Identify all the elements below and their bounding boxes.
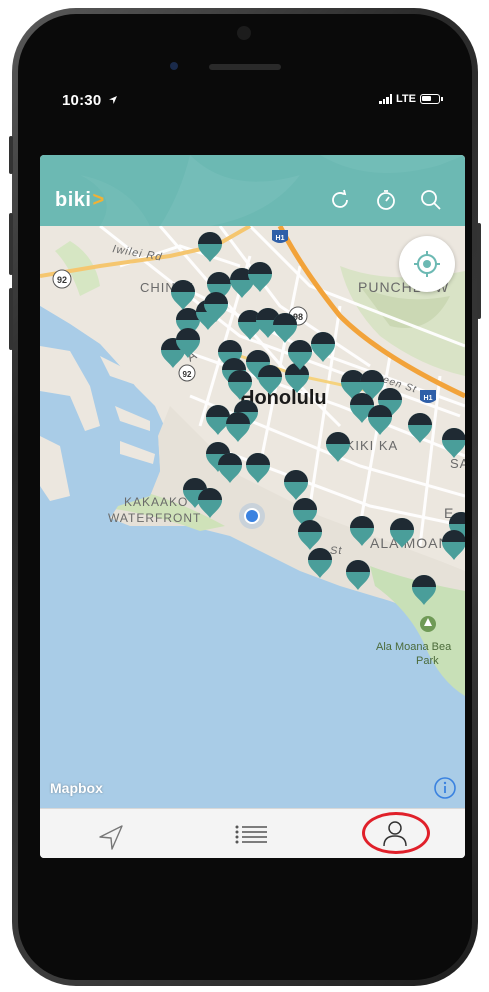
network-type: LTE [396, 93, 416, 105]
label-waterfront: WATERFRONT [108, 511, 201, 525]
tab-navigate[interactable] [62, 809, 172, 858]
h1-shield-east: H1 [420, 390, 436, 403]
mapbox-attribution[interactable]: Mapbox [50, 780, 103, 796]
front-camera [170, 62, 178, 70]
battery-icon [420, 94, 440, 104]
locate-me-icon [414, 251, 440, 277]
svg-text:92: 92 [57, 275, 67, 285]
station-map[interactable]: 92 98 92 H1 H1 Iwilei Rd CHINAT PUNCHBOW… [40, 226, 465, 808]
svg-text:H1: H1 [424, 395, 433, 402]
navigation-arrow-icon [99, 825, 123, 850]
app-header: biki> [40, 155, 465, 226]
map-canvas: 92 98 92 H1 H1 Iwilei Rd CHINAT PUNCHBOW… [40, 226, 465, 696]
status-indicators: LTE [379, 93, 443, 105]
park-tree-icon [420, 616, 436, 632]
route-92b-shield: 92 [178, 364, 196, 382]
refresh-icon[interactable] [328, 188, 352, 212]
tab-list[interactable] [197, 809, 307, 858]
mute-switch [9, 136, 13, 174]
label-st: St [330, 545, 342, 557]
label-kakaako: KAKAAKO [124, 495, 188, 509]
route-92-shield: 92 [52, 269, 72, 289]
power-button [477, 223, 481, 319]
biki-logo: biki> [55, 189, 105, 211]
search-icon[interactable] [419, 188, 443, 212]
status-time: 10:30 [62, 92, 118, 109]
h1-shield-north: H1 [272, 230, 288, 243]
label-sa: SA [450, 456, 465, 471]
label-ala-moana-beach: Ala Moana Bea [376, 641, 452, 653]
earpiece-speaker [209, 64, 281, 70]
svg-text:92: 92 [183, 370, 192, 379]
list-icon [235, 825, 267, 844]
signal-bars-icon [379, 94, 393, 104]
app-screen: biki> 92 98 92 H1 H1 Iwilei Rd CHINAT PU… [40, 155, 465, 858]
user-location-dot-icon [239, 503, 265, 529]
timer-icon[interactable] [374, 188, 398, 212]
label-park: Park [416, 655, 439, 667]
svg-text:H1: H1 [276, 235, 285, 242]
rear-camera-dot [237, 26, 251, 40]
locate-me-button[interactable] [399, 236, 455, 292]
volume-down-button [9, 288, 13, 350]
highlight-ring-profile-tab [362, 812, 430, 854]
info-icon[interactable] [433, 776, 457, 800]
volume-up-button [9, 213, 13, 275]
location-arrow-icon [108, 96, 117, 104]
